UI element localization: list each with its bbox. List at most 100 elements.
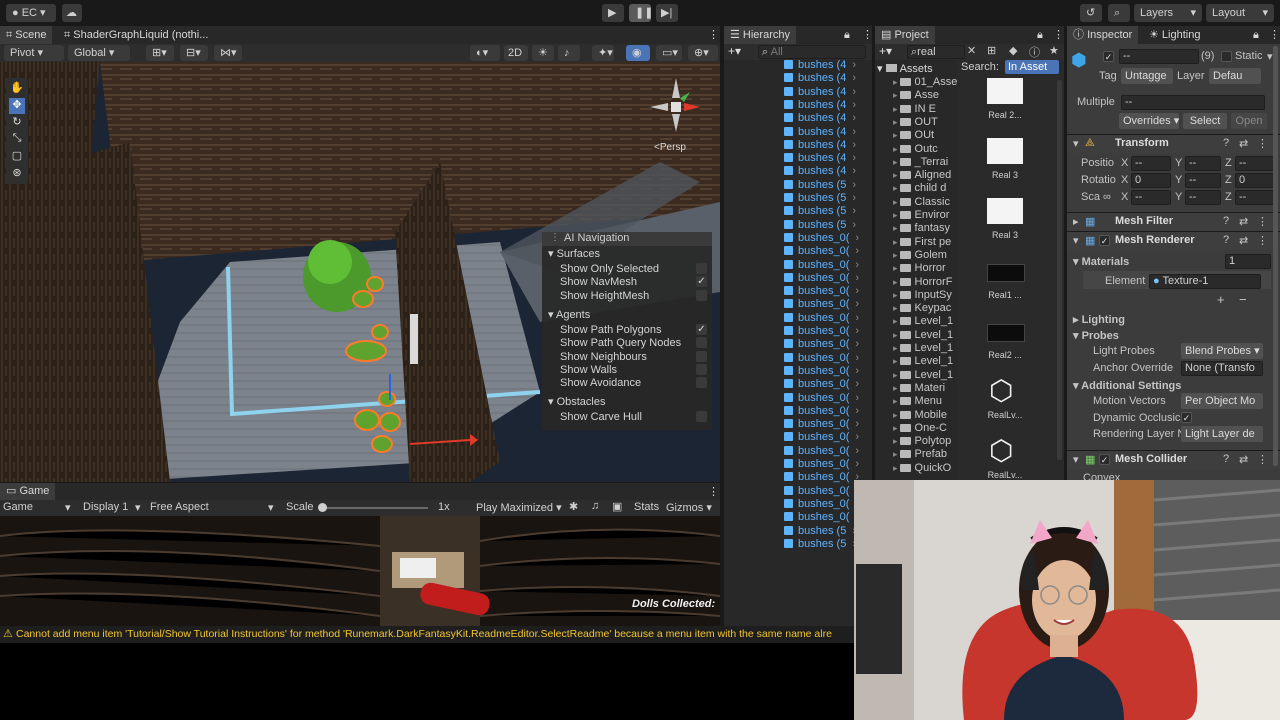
pos-y-field[interactable]: -- (1185, 156, 1221, 171)
project-create-button[interactable]: +▾ (879, 44, 892, 58)
show-only-selected-checkbox[interactable] (696, 263, 707, 274)
hierarchy-row[interactable]: bushes_0(› (784, 272, 859, 285)
pos-x-field[interactable]: -- (1131, 156, 1171, 171)
hierarchy-row[interactable]: bushes_0(› (784, 418, 859, 431)
project-folder[interactable]: ▸ Mobile (893, 409, 947, 422)
hierarchy-row[interactable]: bushes (4 › (784, 99, 856, 112)
scl-x-field[interactable]: -- (1131, 190, 1171, 205)
lighting-toggle[interactable]: ☀ (532, 45, 554, 61)
tab-lighting[interactable]: ☀ Lighting (1143, 26, 1206, 44)
presets-icon[interactable]: ⇄ (1239, 234, 1248, 247)
project-folder[interactable]: ▸ _Terrai (893, 156, 948, 169)
persp-label[interactable]: <Persp (654, 142, 686, 153)
scl-y-field[interactable]: -- (1185, 190, 1221, 205)
assets-root[interactable]: ▾ Assets (877, 62, 933, 75)
project-folder[interactable]: ▸ Asse (893, 89, 939, 102)
dynamic-occlusion-checkbox[interactable]: ✓ (1181, 412, 1192, 423)
asset-result[interactable]: Real 3 (957, 134, 1053, 192)
materials-count-field[interactable]: 1 (1225, 254, 1271, 269)
mute-audio-icon[interactable]: ♫ (591, 500, 599, 512)
draw-mode-button[interactable]: ◐▾ (470, 45, 500, 61)
hierarchy-row[interactable]: bushes_0(› (784, 378, 859, 391)
scale-slider-handle[interactable] (318, 503, 327, 512)
additional-settings-foldout[interactable]: ▾ Additional Settings (1073, 379, 1181, 392)
hierarchy-row[interactable]: bushes (4 › (784, 72, 856, 85)
tab-inspector[interactable]: ⓘ Inspector (1067, 26, 1139, 44)
transform-tool-icon[interactable]: ⊛ (9, 166, 25, 182)
scl-z-field[interactable]: -- (1235, 190, 1275, 205)
hand-tool-icon[interactable]: ✋ (9, 81, 25, 97)
hierarchy-row[interactable]: bushes_0(› (784, 365, 859, 378)
bug-icon[interactable]: ✱ (569, 500, 578, 513)
asset-result[interactable]: Real2 ... (957, 314, 1053, 372)
game-viewport[interactable]: Dolls Collected: (0, 516, 720, 626)
component-menu-icon[interactable]: ⋮ (1257, 215, 1268, 228)
project-folder[interactable]: ▸ Keypac (893, 302, 951, 315)
hierarchy-row[interactable]: bushes (4 › (784, 165, 856, 178)
display-dropdown[interactable]: Display 1 ▾ (83, 501, 143, 514)
move-tool-icon[interactable]: ✥ (9, 98, 25, 114)
project-folder[interactable]: ▸ Level_1 (893, 369, 953, 382)
pivot-dropdown[interactable]: Pivot ▾ (4, 45, 64, 61)
hierarchy-row[interactable]: bushes_0(› (784, 498, 859, 511)
asset-result[interactable]: Real1 ... (957, 254, 1053, 312)
pause-button[interactable]: ❚❚ (629, 4, 653, 22)
show-navmesh-checkbox[interactable]: ✓ (696, 276, 707, 287)
multiple-field[interactable]: -- (1121, 95, 1265, 110)
presets-icon[interactable]: ⇄ (1239, 137, 1248, 150)
project-folder[interactable]: ▸ OUT (893, 116, 938, 129)
hierarchy-row[interactable]: bushes_0(› (784, 445, 859, 458)
account-dropdown[interactable]: ● EC ▾ (6, 4, 56, 22)
inspector-menu-icon[interactable]: ⋮ (1263, 26, 1280, 44)
rendering-layer-dropdown[interactable]: Light Layer de (1181, 426, 1263, 442)
layers-dropdown[interactable]: Layers ▾ (1134, 4, 1202, 22)
tab-hierarchy[interactable]: ☰ Hierarchy (724, 26, 796, 44)
project-folder[interactable]: ▸ One-C (893, 422, 947, 435)
mesh-collider-enabled-checkbox[interactable]: ✓ (1099, 454, 1110, 465)
component-menu-icon[interactable]: ⋮ (1257, 137, 1268, 150)
project-folder[interactable]: ▸ fantasy (893, 222, 950, 235)
info-icon[interactable]: ⓘ (1029, 44, 1040, 60)
scale-link-icon[interactable]: ∞ (1103, 191, 1111, 203)
asset-result[interactable]: Real 3 (957, 194, 1053, 252)
hierarchy-row[interactable]: bushes (5› (784, 525, 856, 538)
project-folder[interactable]: ▸ OUt (893, 129, 934, 142)
surfaces-foldout[interactable]: ▾ Surfaces (548, 247, 600, 260)
hierarchy-row[interactable]: bushes_0(› (784, 232, 859, 245)
layer-dropdown[interactable]: Defau (1209, 68, 1261, 84)
project-folder[interactable]: ▸ Menu (893, 395, 942, 408)
grid-snap-button[interactable]: ⊞▾ (146, 45, 174, 61)
pos-z-field[interactable]: -- (1235, 156, 1275, 171)
hierarchy-row[interactable]: bushes_0(› (784, 338, 859, 351)
play-maximized-dropdown[interactable]: Play Maximized ▾ (476, 501, 562, 514)
hierarchy-row[interactable]: bushes (4 › (784, 126, 856, 139)
asset-result[interactable]: ⬡ RealLv... (957, 434, 1053, 481)
project-folder[interactable]: ▸ Level_1 (893, 355, 953, 368)
asset-result[interactable]: ⬡ RealLv... (957, 374, 1053, 432)
gizmos-button[interactable]: ⊕▾ (688, 45, 718, 61)
help-icon[interactable]: ? (1223, 453, 1229, 465)
effects-toggle[interactable]: ✦▾ (592, 45, 614, 61)
tab-project[interactable]: ▤ Project (875, 26, 935, 44)
obstacles-foldout[interactable]: ▾ Obstacles (548, 395, 606, 408)
step-button[interactable]: ▶| (656, 4, 678, 22)
filter-type-icon[interactable]: ⊞ (987, 44, 996, 57)
tab-game[interactable]: ▭ Game (0, 483, 56, 500)
layout-dropdown[interactable]: Layout ▾ (1206, 4, 1274, 22)
project-folder[interactable]: ▸ Golem (893, 249, 947, 262)
active-checkbox[interactable]: ✓ (1103, 51, 1114, 62)
scale-tool-icon[interactable]: ⤡ (9, 132, 25, 148)
scale-slider[interactable] (318, 503, 428, 512)
light-probes-dropdown[interactable]: Blend Probes ▾ (1181, 343, 1263, 359)
hierarchy-row[interactable]: bushes_0(› (784, 392, 859, 405)
show-neighbours-checkbox[interactable] (696, 351, 707, 362)
static-dropdown-icon[interactable]: ▾ (1267, 50, 1273, 63)
vsync-icon[interactable]: ▣ (612, 500, 622, 513)
hierarchy-row[interactable]: bushes_0(› (784, 245, 859, 258)
hierarchy-row[interactable]: bushes_0(› (784, 312, 859, 325)
mesh-renderer-enabled-checkbox[interactable]: ✓ (1099, 235, 1110, 246)
hierarchy-row[interactable]: bushes (5› (784, 192, 856, 205)
drag-handle-icon[interactable]: ⋮ (550, 232, 560, 243)
hidden-objects-toggle[interactable]: ◉ (626, 45, 650, 61)
gizmos-dropdown[interactable]: Gizmos ▾ (666, 501, 712, 514)
